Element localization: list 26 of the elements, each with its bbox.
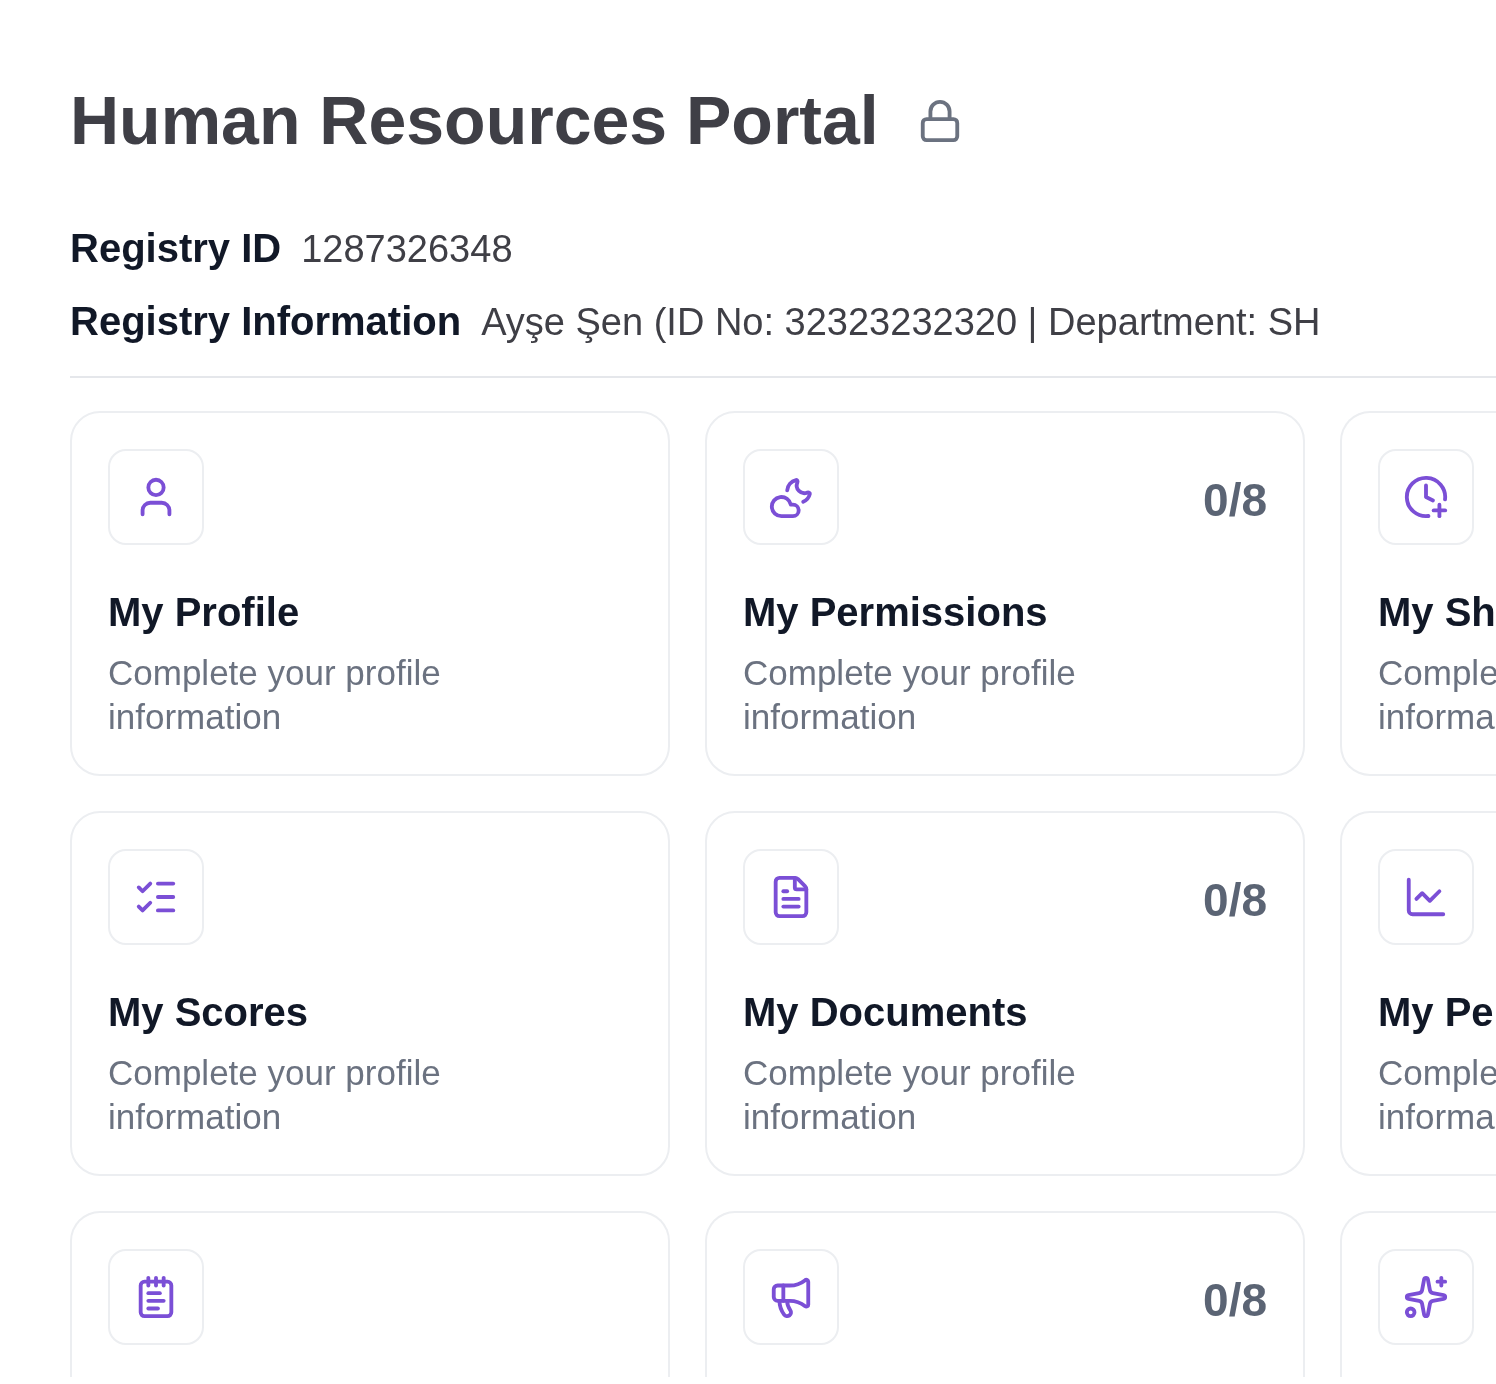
progress-count: 0/8 bbox=[1203, 1277, 1267, 1323]
card-description: Complete your profile information bbox=[108, 1052, 442, 1138]
card-description: Complete your profile information bbox=[743, 1052, 1077, 1138]
card[interactable]: My Scores Complete your profile information bbox=[70, 811, 670, 1176]
card-description: Complete your profile information bbox=[743, 652, 1077, 738]
card-title: My Profile bbox=[108, 589, 301, 636]
card-description: Complete your profile information bbox=[108, 652, 442, 738]
progress-count: 0/8 bbox=[1203, 877, 1267, 923]
registry-label: Registry Information bbox=[70, 297, 462, 345]
card-title: My Permissions bbox=[743, 589, 1049, 636]
card[interactable]: 0/8 bbox=[705, 1211, 1305, 1377]
sparkles-icon bbox=[1403, 1274, 1449, 1320]
card[interactable] bbox=[1340, 1211, 1496, 1377]
progress-count: 0/8 bbox=[1203, 477, 1267, 523]
registry-value: 1287326348 bbox=[301, 227, 513, 272]
page-title: Human Resources Portal bbox=[70, 81, 879, 160]
card-title: My Pe bbox=[1378, 989, 1495, 1036]
card[interactable]: My Profile Complete your profile information bbox=[70, 411, 670, 776]
card-title: My Sh bbox=[1378, 589, 1496, 636]
card-title: My Documents bbox=[743, 989, 1029, 1036]
card[interactable]: 0/8 My Documents Complete your profile information bbox=[705, 811, 1305, 1176]
registry-label: Registry ID bbox=[70, 225, 282, 272]
card[interactable]: 0/8 My Permissions Complete your profile information bbox=[705, 411, 1305, 776]
registry-value: Ayşe Şen (ID No: 32323232320 | Department: SH bbox=[481, 299, 1321, 345]
clock-plus-icon bbox=[1403, 474, 1449, 520]
card-title: My Scores bbox=[108, 989, 310, 1036]
